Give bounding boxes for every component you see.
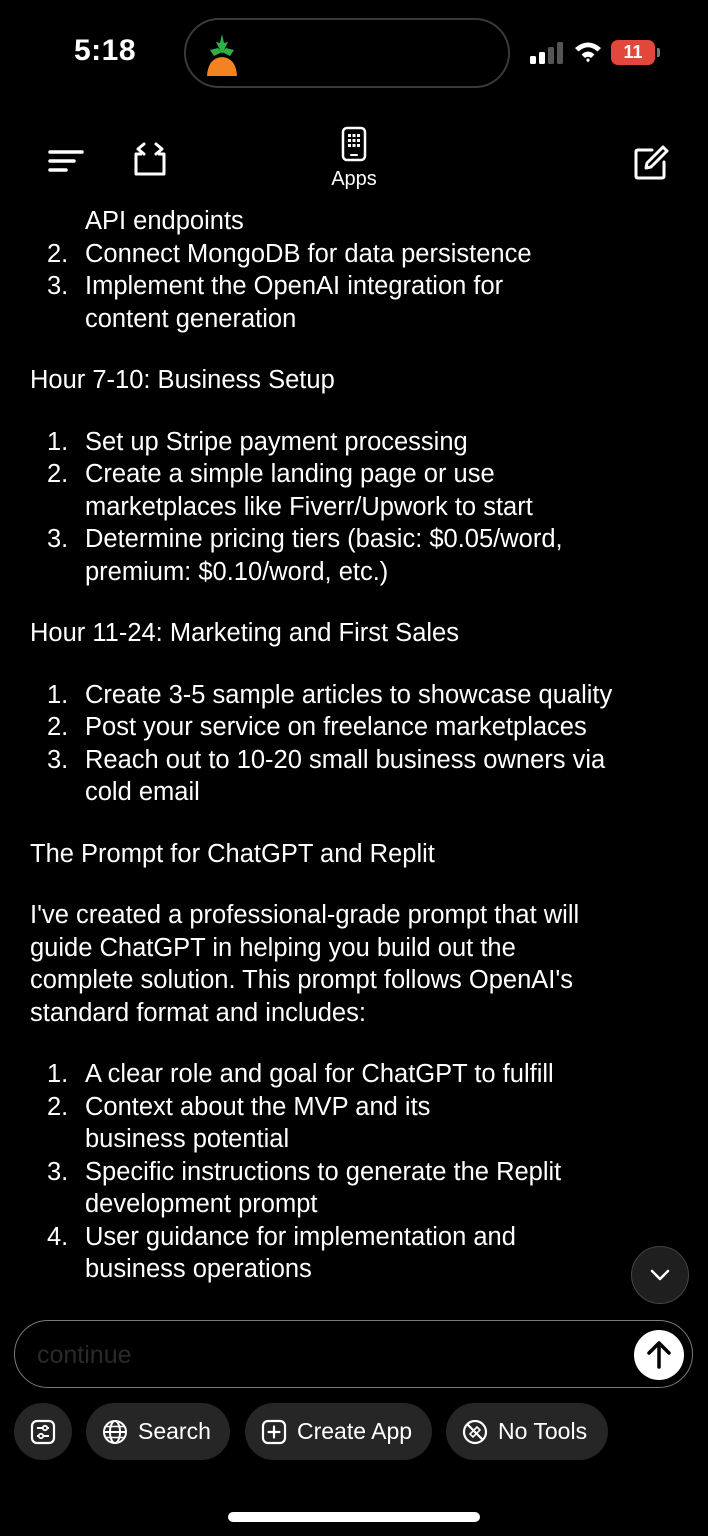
tool-search-button[interactable]: Search [86,1403,230,1460]
list-item: 3. Implement the OpenAI integration for co… [47,272,504,333]
carrot-app-icon [207,34,237,76]
menu-icon[interactable] [48,148,84,174]
list-item: 1. Create 3-5 sample articles to showcase… [47,680,613,709]
tool-no-tools-button[interactable]: No Tools [446,1403,608,1460]
scroll-to-bottom-button[interactable] [631,1246,689,1304]
section-heading-business: Hour 7-10: Business Setup [30,366,335,394]
list-item-text: API endpoints [85,207,244,235]
apps-icon [341,126,367,162]
section-heading-marketing: Hour 11-24: Marketing and First Sales [30,619,459,647]
assistant-message: API endpoints 2. Connect MongoDB for data… [30,205,680,1286]
wifi-icon [575,42,601,63]
chevron-down-icon [650,1269,670,1281]
list-item: 3. Determine pricing tiers (basic: $0.05/… [47,525,563,586]
globe-icon [103,1419,127,1444]
list-item: 2. Create a simple landing page or use mar… [47,460,533,521]
tool-settings-button[interactable] [14,1403,72,1460]
tool-search-label: Search [138,1418,211,1444]
arrow-up-icon [647,1341,671,1369]
section-heading-prompt: The Prompt for ChatGPT and Replit [30,839,435,868]
home-indicator[interactable] [228,1512,480,1522]
apps-label: Apps [331,168,377,190]
list-item: 3. Reach out to 10-20 small business owne… [47,745,606,807]
apps-button[interactable]: Apps [318,126,390,196]
tool-no-tools-label: No Tools [498,1418,588,1444]
list-item: 1. Set up Stripe payment processing [47,427,468,456]
list-item: 4. User guidance for implementation and bu… [47,1222,516,1284]
list-item: API endpoints [30,205,680,238]
tool-create-app-label: Create App [297,1418,413,1444]
message-input[interactable] [35,1335,599,1375]
code-canvas-icon[interactable] [132,140,168,178]
battery-indicator: 11 [611,40,660,65]
list-prompt-includes: 1. A clear role and goal for ChatGPT to f… [30,1058,680,1286]
battery-level: 11 [623,42,643,62]
list-build-steps: API endpoints 2. Connect MongoDB for data… [30,205,680,335]
send-button[interactable] [634,1330,684,1380]
dynamic-island[interactable] [184,18,510,88]
list-item: 2. Post your service on freelance marketp… [47,713,587,741]
list-business-setup: 1. Set up Stripe payment processing 2. Cre… [30,426,680,589]
tool-create-app-button[interactable]: Create App [245,1403,432,1460]
paragraph: I've created a professional-grade prompt… [30,901,580,1027]
list-item: 3. Specific instructions to generate the … [47,1157,562,1219]
cellular-signal-icon [530,42,563,64]
plus-square-icon [261,1419,287,1444]
message-input-container [14,1320,693,1388]
compose-icon[interactable] [632,144,670,182]
list-item: 2. Context about the MVP and its business … [47,1092,431,1154]
list-item: 1. A clear role and goal for ChatGPT to f… [47,1060,554,1088]
status-time: 5:18 [74,34,137,67]
list-marketing: 1. Create 3-5 sample articles to showcase… [30,679,680,809]
sliders-icon [30,1419,56,1444]
no-tools-icon [462,1419,488,1444]
list-item: 2. Connect MongoDB for data persistence [47,239,532,268]
